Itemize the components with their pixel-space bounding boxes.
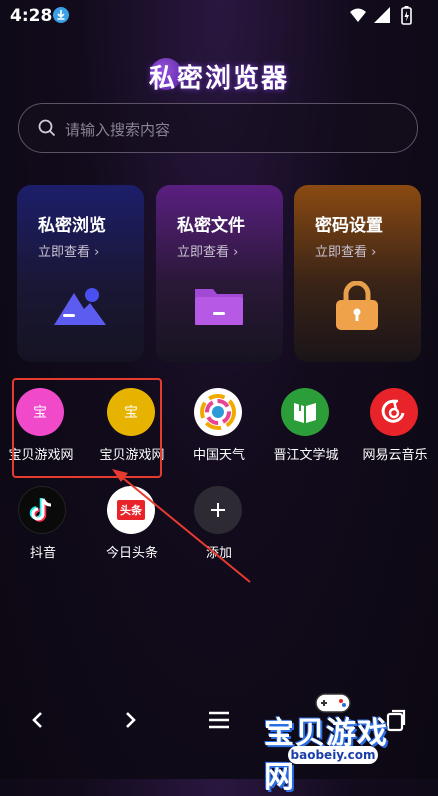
app-add[interactable]: 添加: [179, 486, 259, 566]
card-view-link: 立即查看 ›: [315, 245, 377, 260]
signal-icon: [374, 7, 390, 23]
app-label: 晋江文学城: [273, 448, 339, 463]
weather-icon: [194, 388, 242, 436]
card-private-files[interactable]: 私密文件 立即查看 ›: [156, 185, 283, 362]
app-label: 抖音: [29, 546, 56, 561]
forward-icon[interactable]: [116, 706, 144, 734]
plus-icon: [194, 486, 242, 534]
app-label: 中国天气: [192, 448, 245, 463]
card-view-link: 立即查看 ›: [38, 245, 100, 260]
toutiao-badge: 头条: [117, 500, 145, 520]
app-douyin[interactable]: 抖音: [3, 486, 83, 566]
page-title: 私密浏览器: [148, 64, 289, 94]
download-icon: [53, 7, 69, 23]
music-icon: [370, 388, 418, 436]
status-bar: 4:28: [0, 0, 438, 32]
app-label: 网易云音乐: [362, 448, 428, 463]
watermark: 宝贝游戏网 baobeiy.com: [258, 690, 408, 795]
back-icon[interactable]: [24, 706, 52, 734]
app-toutiao[interactable]: 头条 今日头条: [92, 486, 172, 566]
card-view-link: 立即查看 ›: [177, 245, 239, 260]
wifi-icon: [350, 8, 366, 22]
card-title: 密码设置: [315, 216, 383, 236]
app-label: 今日头条: [105, 546, 158, 561]
status-time: 4:28: [10, 6, 53, 26]
status-icons: [350, 6, 412, 25]
tiktok-icon: [18, 486, 66, 534]
card-title: 私密文件: [177, 216, 245, 236]
card-private-browse[interactable]: 私密浏览 立即查看 ›: [17, 185, 144, 362]
watermark-url: baobeiy.com: [288, 746, 378, 764]
app-netease-music[interactable]: 网易云音乐: [355, 388, 435, 468]
app-jjwxc[interactable]: 晋江文学城: [266, 388, 346, 468]
card-password-settings[interactable]: 密码设置 立即查看 ›: [294, 185, 421, 362]
folder-icon: [195, 289, 243, 325]
lock-icon: [336, 281, 378, 330]
card-title: 私密浏览: [38, 216, 106, 236]
highlight-box: [12, 378, 162, 478]
app-label: 添加: [205, 546, 232, 561]
search-icon: [38, 119, 56, 137]
menu-icon[interactable]: [205, 706, 233, 734]
search-placeholder: 请输入搜索内容: [65, 121, 171, 139]
toutiao-icon: 头条: [107, 486, 155, 534]
app-china-weather[interactable]: 中国天气: [179, 388, 259, 468]
search-input[interactable]: 请输入搜索内容: [18, 103, 418, 153]
battery-icon: [401, 6, 412, 25]
image-icon: [54, 288, 106, 325]
book-icon: [281, 388, 329, 436]
